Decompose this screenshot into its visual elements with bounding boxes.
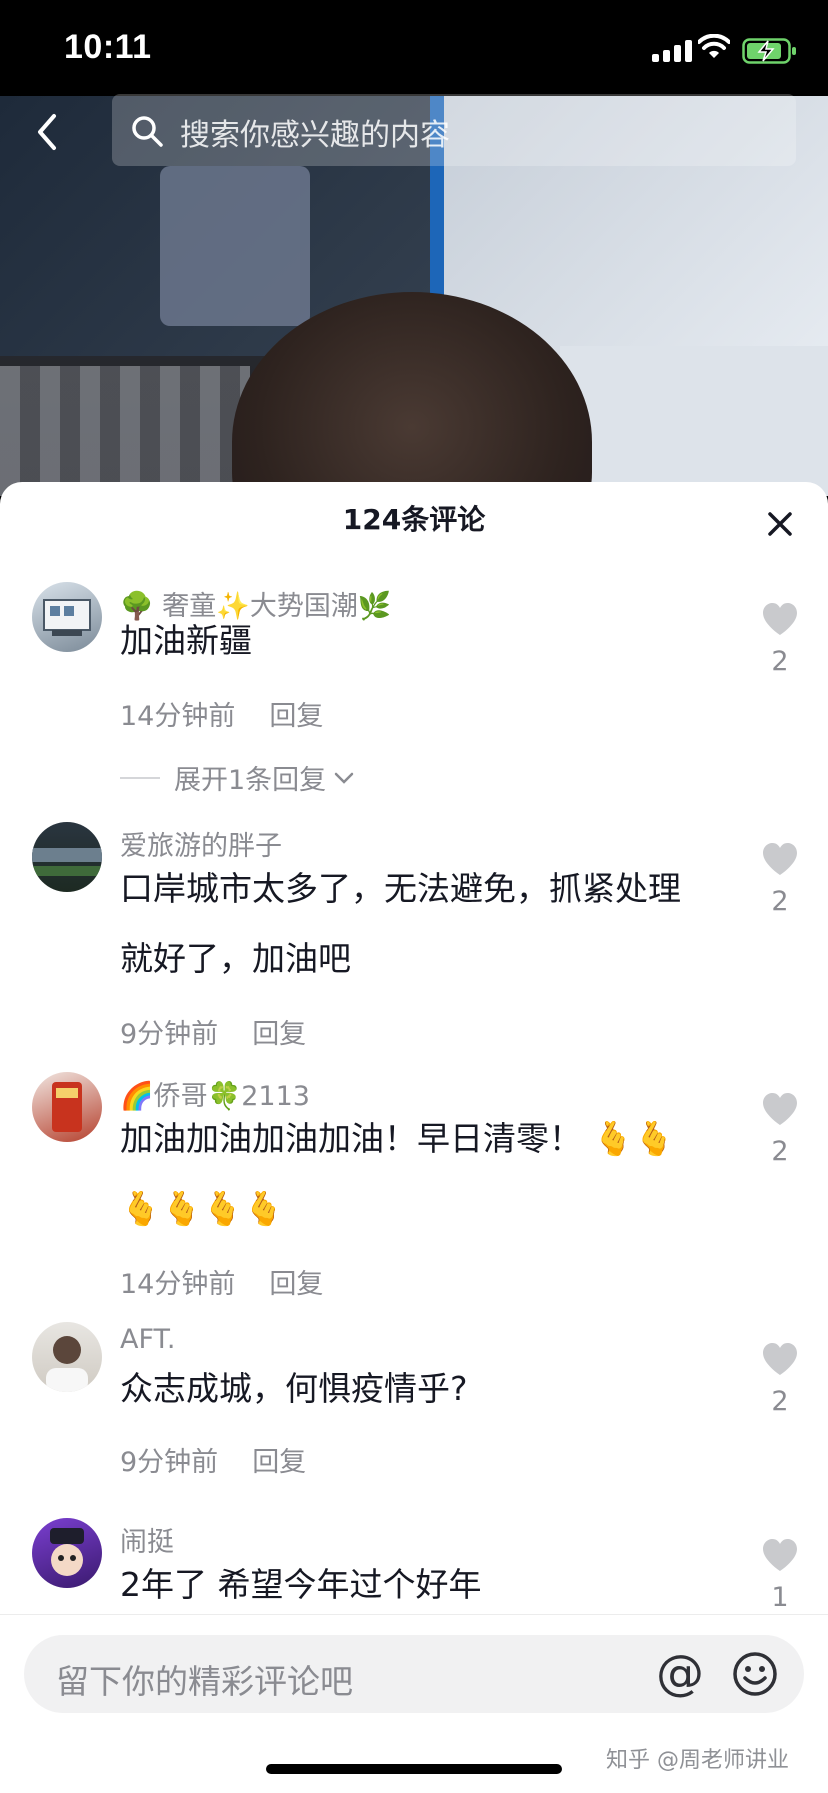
heart-icon [763,843,797,875]
heart-icon [763,1093,797,1125]
comment-meta: 9分钟前 回复 [120,1012,306,1051]
like-count: 2 [771,1136,789,1167]
comment-input-placeholder: 留下你的精彩评论吧 [56,1662,353,1701]
comment-meta: 14分钟前 回复 [120,1262,323,1301]
like-count: 2 [771,1386,789,1417]
comment-time: 9分钟前 [120,1447,219,1478]
like-count: 1 [771,1582,789,1613]
heart-icon [763,1539,797,1571]
reply-button[interactable]: 回复 [269,1269,323,1300]
status-bar: 10:11 [0,0,828,96]
expand-replies-button[interactable]: 展开1条回复 [120,758,356,797]
like-button[interactable]: 2 [758,1092,802,1167]
like-button[interactable]: 1 [758,1538,802,1613]
like-button[interactable]: 2 [758,842,802,917]
avatar[interactable] [32,1322,102,1392]
home-indicator[interactable] [266,1764,562,1774]
comment-meta: 9分钟前 回复 [120,1440,306,1479]
search-icon [132,116,163,147]
comment-text: 口岸城市太多了，无法避免，抓紧处理就好了，加油吧 [120,869,681,978]
comment-username[interactable]: AFT. [120,1324,175,1355]
search-placeholder: 搜索你感兴趣的内容 [180,118,450,153]
wifi-icon [698,34,730,58]
comment-time: 9分钟前 [120,1019,219,1050]
avatar[interactable] [32,1518,102,1588]
comment-time: 14分钟前 [120,1269,236,1300]
heart-icon [763,1343,797,1375]
status-time: 10:11 [64,28,152,66]
battery-charging-icon [742,38,796,64]
watermark: 知乎 @周老师讲业 [606,1748,789,1773]
comment-text: 2年了 希望今年过个好年 [120,1565,482,1604]
video-shape [0,366,250,496]
reply-button[interactable]: 回复 [252,1019,306,1050]
comment-meta: 14分钟前 回复 [120,694,323,733]
comment-sheet: 124条评论 🌳 奢童✨大势国潮🌿 加油新疆 14分钟前回复 展开1条回复 2 [0,482,828,1792]
close-icon[interactable] [762,506,798,542]
comment-text: 加油加油加油加油！早日清零！ 🫰🫰🫰🫰🫰🫰 [120,1119,675,1228]
comment-time: 14分钟前 [120,701,236,732]
comment-text: 加油新疆 [120,621,252,660]
divider [120,776,160,779]
avatar[interactable] [32,822,102,892]
chevron-down-icon [334,772,354,784]
search-input[interactable]: 搜索你感兴趣的内容 [112,94,796,166]
avatar[interactable] [32,1072,102,1142]
back-arrow-icon[interactable] [30,110,66,154]
comment-input[interactable]: 留下你的精彩评论吧 @ [24,1635,804,1713]
like-count: 2 [771,886,789,917]
comment-count-title: 124条评论 [342,503,486,536]
mention-button[interactable]: @ [656,1645,704,1701]
reply-button[interactable]: 回复 [269,701,323,732]
like-button[interactable]: 2 [758,1342,802,1417]
heart-icon [763,603,797,635]
comment-text: 众志成城，何惧疫情乎? [120,1369,468,1408]
emoji-icon[interactable] [732,1651,778,1697]
video-shape [560,346,828,496]
video-shape [160,166,310,326]
like-button[interactable]: 2 [758,602,802,677]
like-count: 2 [771,646,789,677]
expand-replies-label: 展开1条回复 [174,765,327,796]
avatar[interactable] [32,582,102,652]
cellular-signal-icon [652,40,692,62]
reply-button[interactable]: 回复 [252,1447,306,1478]
